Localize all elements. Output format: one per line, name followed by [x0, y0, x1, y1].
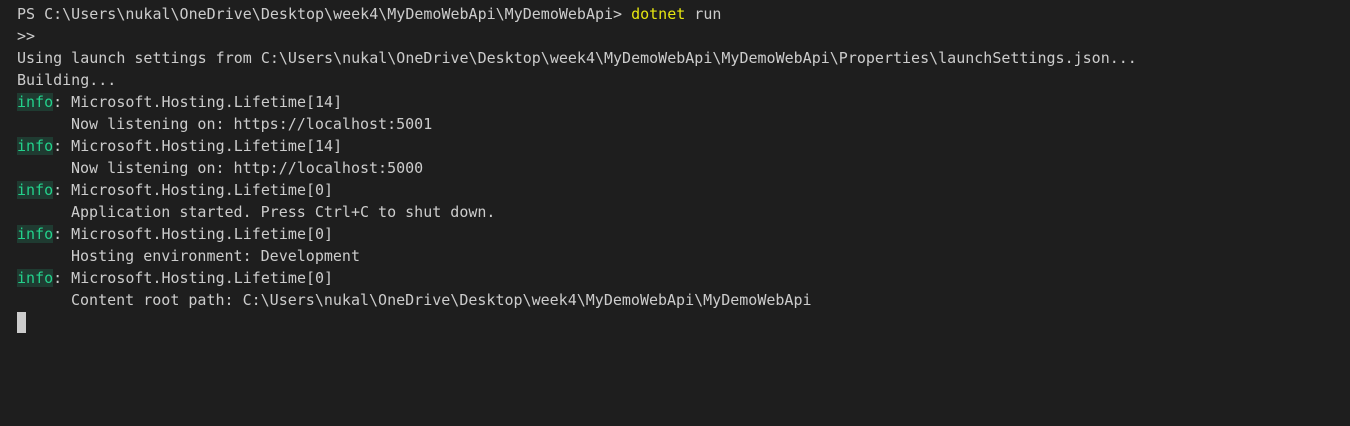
log-source: : Microsoft.Hosting.Lifetime[0] — [53, 181, 334, 199]
cursor-line[interactable] — [17, 311, 1350, 333]
log-level-tag: info — [17, 181, 54, 199]
command-name: dotnet — [631, 5, 686, 23]
terminal-panel[interactable]: PS C:\Users\nukal\OneDrive\Desktop\week4… — [0, 0, 1350, 426]
log-message-2: Now listening on: http://localhost:5000 — [71, 159, 424, 177]
log-message-4: Hosting environment: Development — [71, 247, 360, 265]
command-args: run — [685, 5, 722, 23]
launch-settings-line: Using launch settings from C:\Users\nuka… — [17, 49, 1137, 67]
log-level-tag: info — [17, 225, 54, 243]
log-message-3: Application started. Press Ctrl+C to shu… — [71, 203, 496, 221]
log-message-1: Now listening on: https://localhost:5001 — [71, 115, 433, 133]
building-line: Building... — [17, 71, 117, 89]
log-source: : Microsoft.Hosting.Lifetime[14] — [53, 137, 343, 155]
log-source: : Microsoft.Hosting.Lifetime[14] — [53, 93, 343, 111]
log-header-3: info: Microsoft.Hosting.Lifetime[0] — [17, 179, 1350, 201]
log-message-5: Content root path: C:\Users\nukal\OneDri… — [71, 291, 812, 309]
text-cursor — [17, 312, 26, 333]
log-header-4: info: Microsoft.Hosting.Lifetime[0] — [17, 223, 1350, 245]
log-level-tag: info — [17, 93, 54, 111]
log-source: : Microsoft.Hosting.Lifetime[0] — [53, 269, 334, 287]
prompt-line: PS C:\Users\nukal\OneDrive\Desktop\week4… — [17, 3, 1350, 25]
log-header-1: info: Microsoft.Hosting.Lifetime[14] — [17, 91, 1350, 113]
log-header-5: info: Microsoft.Hosting.Lifetime[0] — [17, 267, 1350, 289]
continuation-line: >> — [17, 27, 36, 45]
log-level-tag: info — [17, 137, 54, 155]
log-level-tag: info — [17, 269, 54, 287]
log-source: : Microsoft.Hosting.Lifetime[0] — [53, 225, 334, 243]
prompt-text: PS C:\Users\nukal\OneDrive\Desktop\week4… — [17, 5, 632, 23]
log-header-2: info: Microsoft.Hosting.Lifetime[14] — [17, 135, 1350, 157]
